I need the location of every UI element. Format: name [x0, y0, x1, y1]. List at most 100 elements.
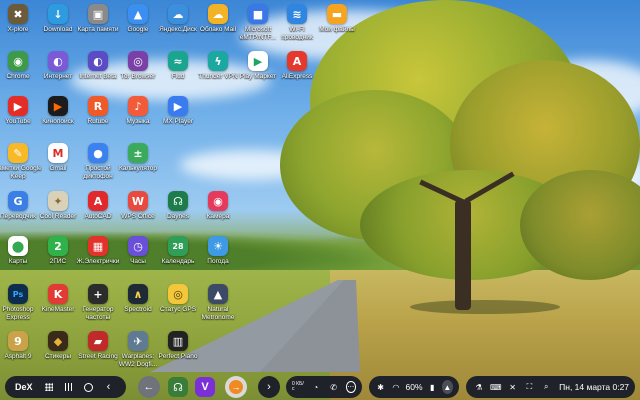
desktop-app-yandex-disk[interactable]: ☁ Яндекс.Диск	[158, 4, 198, 34]
desktop-app-metronome[interactable]: ▲ Natural Metronome	[198, 284, 238, 321]
desktop-app-camera[interactable]: ◉ Камера	[198, 191, 238, 221]
bluetooth-icon: ✱	[377, 382, 384, 392]
desktop-app-cloud-mail[interactable]: ☁ Облако Mail	[198, 4, 238, 34]
desktop-app-chrome[interactable]: ◉ Chrome	[0, 51, 38, 81]
desktop-app-label: Камера	[206, 213, 230, 220]
desktop-app-wifi-explorer[interactable]: ≋ Wi-Fi проводник	[277, 4, 317, 41]
desktop-app-stickers[interactable]: ◆ Стикеры	[38, 331, 78, 361]
wifi-icon: ◠	[392, 382, 400, 392]
apps-button[interactable]	[39, 376, 59, 398]
messages-icon[interactable]: ◔	[310, 383, 322, 392]
desktop-app-2gis[interactable]: 2 2ГИС	[38, 236, 78, 266]
dex-button[interactable]: DeX	[5, 376, 39, 398]
taskbar-app-viber[interactable]: V	[195, 377, 215, 397]
desktop-app-sdcard[interactable]: ▣ Карта памяти	[78, 4, 118, 34]
desktop-app-rutube[interactable]: R Rutube	[78, 96, 118, 126]
v-app-icon: V	[201, 381, 209, 393]
desktop-app-flud[interactable]: ≈ Flud	[158, 51, 198, 81]
warplanes-icon: ✈	[128, 331, 148, 351]
desktop-app-wps-office[interactable]: W WPS Office	[118, 191, 158, 221]
desktop-app-youtube[interactable]: ▶ YouTube	[0, 96, 38, 126]
desktop-app-label: Мои файлы	[319, 26, 355, 33]
yandex-disk-icon: ☁	[168, 4, 188, 24]
desktop-app-calculator[interactable]: ± Калькулятор	[118, 143, 158, 173]
more-icon[interactable]: ⋯	[345, 381, 356, 393]
arrow-right-icon: →	[229, 380, 243, 394]
wifi-explorer-icon: ≋	[287, 4, 307, 24]
perfect-piano-icon: ▥	[168, 331, 188, 351]
stickers-icon: ◆	[48, 331, 68, 351]
desktop-app-play-market[interactable]: ▶ Play Маркет	[238, 51, 278, 81]
desktop-app-frequency-generator[interactable]: + Генератор частоты	[78, 284, 118, 321]
back-button[interactable]: ‹	[99, 376, 119, 398]
dictaphone-icon: ●	[88, 143, 108, 163]
autocad-icon: A	[88, 191, 108, 211]
desktop-app-asphalt[interactable]: 9 Asphalt 9	[0, 331, 38, 361]
screenshot-icon[interactable]: ⛶	[522, 382, 536, 392]
chevron-right-icon: ›	[267, 381, 271, 393]
search-icon[interactable]: ⌕	[539, 382, 553, 392]
keyboard-icon[interactable]: ⌨	[489, 383, 503, 392]
maps-icon: ⬤	[8, 236, 28, 256]
desktop-app-gmail[interactable]: M Gmail	[38, 143, 78, 173]
expand-up-icon[interactable]: ▲	[441, 380, 454, 394]
quick-pill: 0 КБ/с ◔ ✆ ⋯	[286, 376, 362, 398]
daynes-icon: ☊	[173, 381, 183, 394]
desktop-app-kinemaster[interactable]: K KineMaster	[38, 284, 78, 314]
desktop-app-mx-player[interactable]: ▶ MX Player	[158, 96, 198, 126]
desktop-app-label: Natural Metronome	[201, 306, 235, 321]
desktop-app-samsung-internet[interactable]: ◐ Интернет	[38, 51, 78, 81]
desktop-app-cool-reader[interactable]: ✦ Cool Reader	[38, 191, 78, 221]
desktop-app-dictaphone[interactable]: ● Простой диктофон	[78, 143, 118, 180]
photoshop-express-icon: Ps	[8, 284, 28, 304]
xplore-icon: ✖	[8, 4, 28, 24]
desktop-app-kinopoisk[interactable]: ▶ Кинопоиск	[38, 96, 78, 126]
desktop-icon-grid: ✖ X-plore ↓ Download ▣ Карта памяти ▲ Google ☁ Ян…	[0, 0, 640, 370]
desktop-app-calendar[interactable]: 28 Календарь	[158, 236, 198, 266]
desktop-app-spectroid[interactable]: ∧ Spectroid	[118, 284, 158, 314]
desktop-app-label: Погода	[207, 258, 229, 265]
desktop-app-translate[interactable]: G Переводчик	[0, 191, 38, 221]
desktop-app-thunder-vpn[interactable]: ϟ Thunder VPN	[198, 51, 238, 81]
desktop-app-maps[interactable]: ⬤ Карты	[0, 236, 38, 266]
clock-datetime[interactable]: Пн, 14 марта 0:27	[559, 382, 629, 392]
next-button[interactable]: ›	[258, 376, 280, 398]
desktop-app-weather[interactable]: ☀ Погода	[198, 236, 238, 266]
desktop-app-warplanes[interactable]: ✈ Warplanes: WW2 Dogfi...	[118, 331, 158, 368]
mute-icon[interactable]: ✕	[506, 383, 520, 392]
desktop-app-perfect-piano[interactable]: ▥ Perfect Piano	[158, 331, 198, 361]
desktop-app-xplore[interactable]: ✖ X-plore	[0, 4, 38, 34]
aliexpress-icon: A	[287, 51, 307, 71]
status-pill[interactable]: ✱ ◠ 60% ▮ ▲	[369, 376, 459, 398]
desktop-app-my-files[interactable]: ▬ Мои файлы	[317, 4, 357, 34]
desktop-app-google-drive[interactable]: ▲ Google	[118, 4, 158, 34]
desktop-app-aliexpress[interactable]: A AliExpress	[277, 51, 317, 81]
desktop-app-samsung-internet-beta[interactable]: ◐ Internet Beta	[78, 51, 118, 81]
desktop-app-clock[interactable]: ◷ Часы	[118, 236, 158, 266]
lab-flask-icon[interactable]: ⚗	[472, 383, 486, 392]
frequency-generator-icon: +	[88, 284, 108, 304]
scroll-right-button[interactable]: →	[225, 376, 247, 398]
network-speed-text: 0 КБ/с	[292, 381, 304, 392]
desktop-app-gps-status[interactable]: ◎ Статус GPS	[158, 284, 198, 314]
desktop-app-microsoft[interactable]: ■ Microsoft eMTP/NTF...	[238, 4, 278, 41]
desktop-app-daynes[interactable]: ☊ Daynes	[158, 191, 198, 221]
flud-icon: ≈	[168, 51, 188, 71]
weather-icon: ☀	[208, 236, 228, 256]
desktop-app-trains[interactable]: ▦ Ж.Электрички	[77, 236, 119, 266]
recents-button[interactable]	[59, 376, 79, 398]
battery-icon: ▮	[429, 382, 435, 392]
desktop-app-music[interactable]: ♪ Музыка	[118, 96, 158, 126]
desktop-app-autocad[interactable]: A AutoCAD	[78, 191, 118, 221]
trains-icon: ▦	[88, 236, 108, 256]
desktop-app-download[interactable]: ↓ Download	[38, 4, 78, 34]
metronome-icon: ▲	[208, 284, 228, 304]
taskbar-app-daynes[interactable]: ☊	[168, 377, 188, 397]
desktop-app-photoshop-express[interactable]: Ps Photoshop Express	[0, 284, 38, 321]
home-button[interactable]	[79, 376, 99, 398]
scroll-left-button[interactable]: ←	[138, 376, 160, 398]
desktop-app-tor-browser[interactable]: ◎ Tor Browser	[118, 51, 158, 81]
desktop-app-street-racing[interactable]: ▰ Street Racing	[78, 331, 118, 361]
phone-icon[interactable]: ✆	[328, 383, 340, 392]
desktop-app-google-keep[interactable]: ✎Заметки Google Keep	[0, 143, 42, 180]
